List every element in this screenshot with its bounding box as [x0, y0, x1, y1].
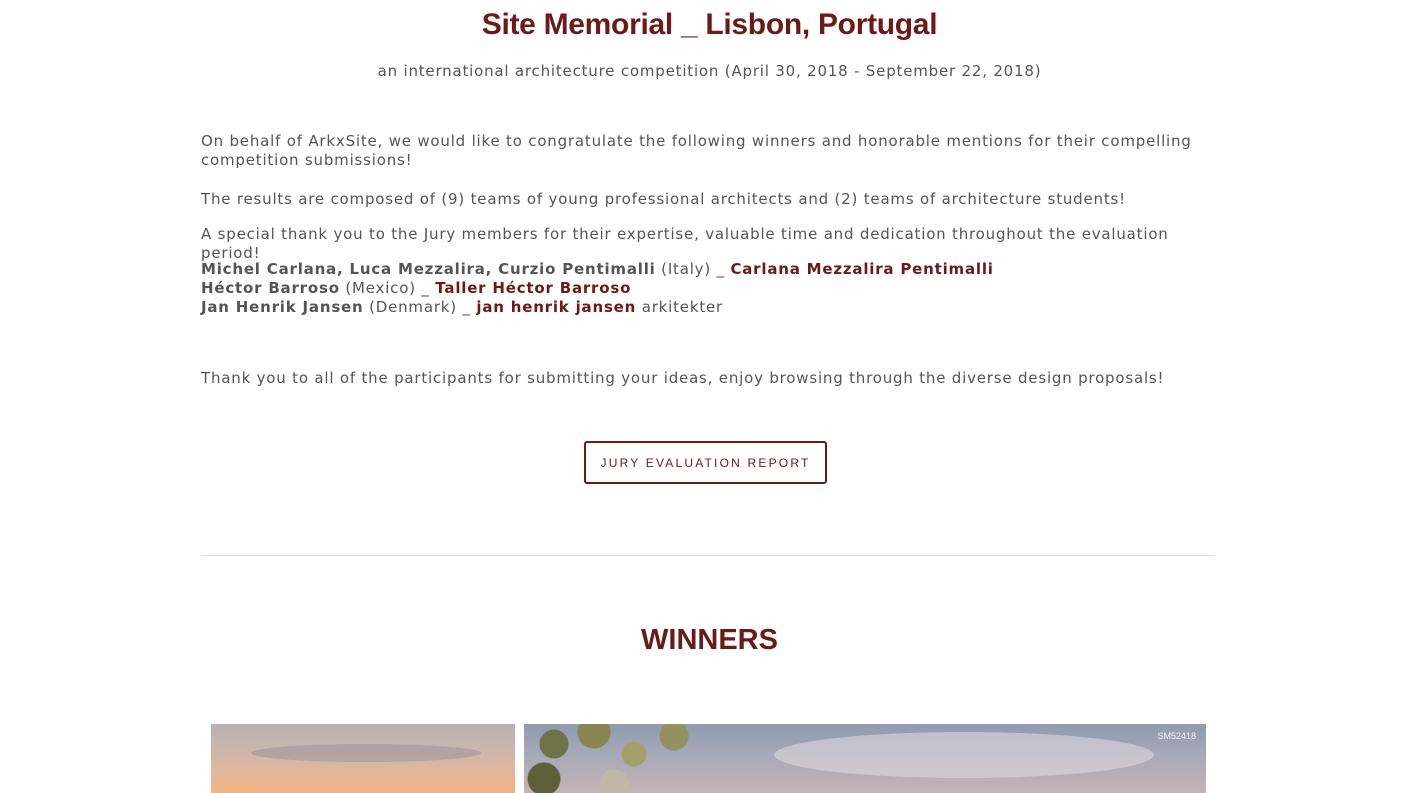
- participants-thanks-paragraph: Thank you to all of the participants for…: [201, 369, 1165, 387]
- jury-member-row: Jan Henrik Jansen (Denmark) _ jan henrik…: [201, 298, 1216, 317]
- page-title: Site Memorial _ Lisbon, Portugal: [481, 8, 938, 41]
- thumbnail-cloud: [251, 744, 481, 762]
- jury-member-row: Michel Carlana, Luca Mezzalira, Curzio P…: [201, 260, 1216, 279]
- jury-firm-link[interactable]: Taller Héctor Barroso: [435, 279, 631, 297]
- entry-code-label: SM52418: [1157, 731, 1196, 741]
- jury-member-names: Michel Carlana, Luca Mezzalira, Curzio P…: [201, 260, 656, 278]
- jury-member-country: (Italy) _: [655, 260, 731, 278]
- jury-firm-suffix: arkitekter: [636, 298, 723, 316]
- winner-thumbnail-sunset[interactable]: [211, 724, 515, 793]
- jury-member-country: (Mexico) _: [339, 279, 436, 297]
- section-divider: [201, 555, 1215, 556]
- thumbnail-clouds: [774, 732, 1154, 778]
- composition-paragraph: The results are composed of (9) teams of…: [201, 190, 1126, 208]
- jury-member-country: (Denmark) _: [363, 298, 477, 316]
- jury-member-names: Héctor Barroso: [201, 279, 340, 297]
- jury-evaluation-report-button[interactable]: JURY EVALUATION REPORT: [584, 441, 827, 484]
- jury-thanks-paragraph: A special thank you to the Jury members …: [201, 225, 1169, 262]
- jury-member-row: Héctor Barroso (Mexico) _ Taller Héctor …: [201, 279, 1216, 298]
- jury-member-names: Jan Henrik Jansen: [201, 298, 364, 316]
- winner-thumbnail-memorial[interactable]: SM52418: [524, 724, 1206, 793]
- thumbnail-foliage: [524, 724, 724, 793]
- jury-firm-link[interactable]: Carlana Mezzalira Pentimalli: [730, 260, 993, 278]
- congratulations-paragraph: On behalf of ArkxSite, we would like to …: [201, 132, 1192, 169]
- winners-heading: WINNERS: [641, 624, 778, 656]
- jury-firm-link[interactable]: jan henrik jansen: [476, 298, 636, 316]
- jury-list: Michel Carlana, Luca Mezzalira, Curzio P…: [201, 260, 1216, 317]
- page-subtitle: an international architecture competitio…: [377, 62, 1042, 80]
